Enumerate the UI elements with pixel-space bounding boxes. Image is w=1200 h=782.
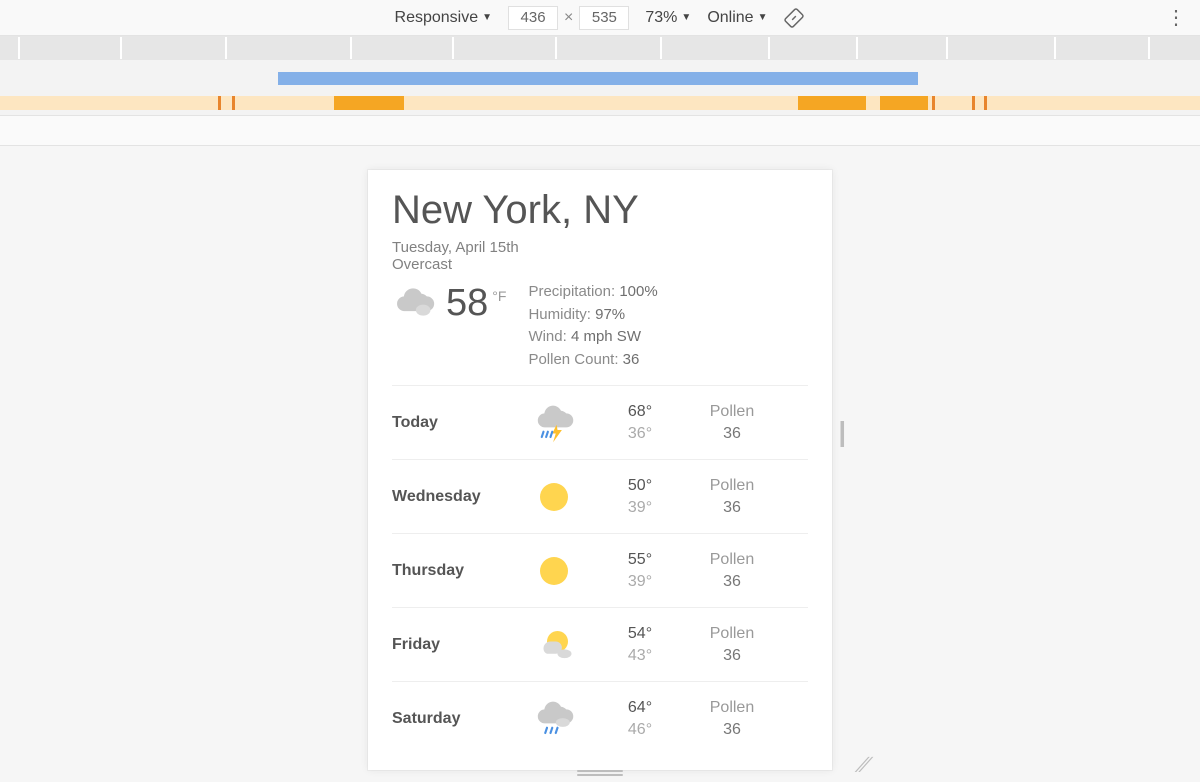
overcast-icon bbox=[392, 279, 436, 328]
day-pollen: Pollen 36 bbox=[686, 475, 778, 518]
current-conditions: 58 °F Precipitation: 100% Humidity: 97% … bbox=[392, 279, 808, 385]
weather-card: New York, NY Tuesday, April 15th Overcas… bbox=[368, 170, 832, 756]
network-label: Online bbox=[707, 9, 753, 27]
timeline-segment bbox=[798, 96, 866, 110]
timeline-segment bbox=[334, 96, 404, 110]
day-pollen: Pollen 36 bbox=[686, 697, 778, 740]
resize-handle-bottom-icon[interactable] bbox=[577, 770, 623, 776]
forecast-row[interactable]: Thursday 55° 39° Pollen 36 bbox=[392, 534, 808, 608]
timeline-main-task bbox=[278, 72, 918, 85]
day-pollen: Pollen 36 bbox=[686, 623, 778, 666]
partly-cloudy-icon bbox=[514, 624, 594, 666]
dimension-inputs: × bbox=[508, 6, 629, 30]
sunny-icon bbox=[514, 476, 594, 518]
width-input[interactable] bbox=[508, 6, 558, 30]
device-select[interactable]: Responsive ▼ bbox=[395, 9, 493, 27]
day-pollen: Pollen 36 bbox=[686, 401, 778, 444]
device-frame: New York, NY Tuesday, April 15th Overcas… bbox=[368, 170, 832, 770]
sunny-icon bbox=[514, 550, 594, 592]
height-input[interactable] bbox=[579, 6, 629, 30]
forecast-row[interactable]: Wednesday 50° 39° Pollen 36 bbox=[392, 460, 808, 534]
day-temps: 54° 43° bbox=[594, 623, 686, 666]
breakpoint-ruler[interactable] bbox=[0, 36, 1200, 60]
timeline-marker bbox=[932, 96, 935, 110]
rotate-device-icon[interactable] bbox=[783, 7, 805, 29]
resize-handle-right-icon[interactable]: || bbox=[838, 416, 841, 448]
day-temps: 50° 39° bbox=[594, 475, 686, 518]
day-pollen: Pollen 36 bbox=[686, 549, 778, 592]
chevron-down-icon: ▼ bbox=[681, 12, 691, 23]
date-label: Tuesday, April 15th bbox=[392, 239, 808, 256]
showers-icon bbox=[514, 698, 594, 740]
day-name: Today bbox=[392, 414, 514, 432]
timeline[interactable] bbox=[0, 60, 1200, 116]
city-title: New York, NY bbox=[392, 188, 808, 233]
day-name: Wednesday bbox=[392, 488, 514, 506]
day-name: Saturday bbox=[392, 710, 514, 728]
timeline-marker bbox=[218, 96, 221, 110]
condition-label: Overcast bbox=[392, 256, 808, 273]
day-temps: 68° 36° bbox=[594, 401, 686, 444]
day-temps: 64° 46° bbox=[594, 697, 686, 740]
dimension-separator: × bbox=[564, 9, 573, 27]
device-viewport: New York, NY Tuesday, April 15th Overcas… bbox=[0, 146, 1200, 782]
timeline-marker bbox=[232, 96, 235, 110]
current-details: Precipitation: 100% Humidity: 97% Wind: … bbox=[528, 279, 657, 371]
day-name: Friday bbox=[392, 636, 514, 654]
forecast-row[interactable]: Friday 54° 43° Pollen 36 bbox=[392, 608, 808, 682]
zoom-label: 73% bbox=[645, 9, 677, 27]
day-name: Thursday bbox=[392, 562, 514, 580]
forecast-row[interactable]: Today 68° 36° bbox=[392, 386, 808, 460]
timeline-marker bbox=[984, 96, 987, 110]
forecast-row[interactable]: Saturday 64° 46° bbox=[392, 682, 808, 756]
storm-icon bbox=[514, 402, 594, 444]
timeline-segment bbox=[880, 96, 928, 110]
timeline-idle-band bbox=[0, 96, 1200, 110]
forecast-list: Today 68° 36° bbox=[392, 385, 808, 756]
timeline-marker bbox=[972, 96, 975, 110]
device-select-label: Responsive bbox=[395, 9, 479, 27]
more-options-icon[interactable]: ⋮ bbox=[1166, 8, 1186, 28]
chevron-down-icon: ▼ bbox=[482, 12, 492, 23]
toolbar-gap bbox=[0, 116, 1200, 146]
zoom-select[interactable]: 73% ▼ bbox=[645, 9, 691, 27]
current-temp: 58 °F bbox=[446, 282, 506, 325]
day-temps: 55° 39° bbox=[594, 549, 686, 592]
resize-handle-corner-icon[interactable]: ⁄⁄ bbox=[858, 754, 871, 776]
device-toolbar: Responsive ▼ × 73% ▼ Online ▼ ⋮ bbox=[0, 0, 1200, 36]
chevron-down-icon: ▼ bbox=[758, 12, 768, 23]
temp-unit: °F bbox=[492, 288, 506, 304]
network-select[interactable]: Online ▼ bbox=[707, 9, 767, 27]
